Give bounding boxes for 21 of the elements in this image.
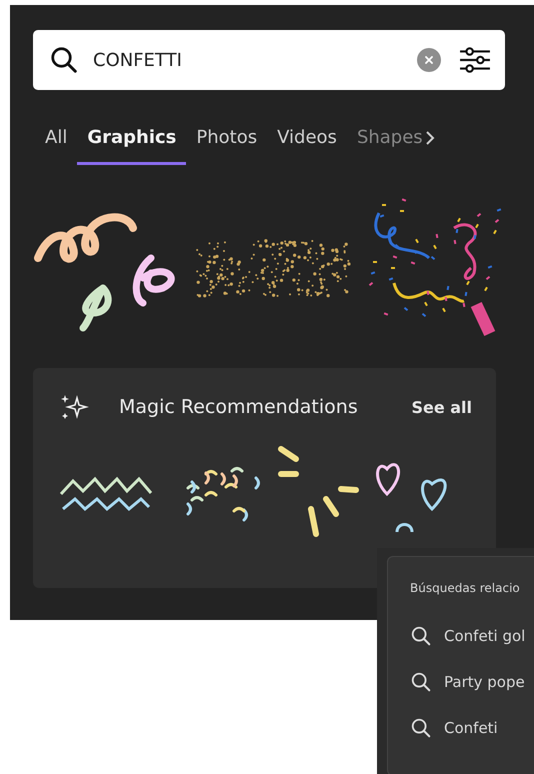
related-search-item[interactable]: Confeti xyxy=(410,705,534,751)
category-tab[interactable]: All xyxy=(33,121,78,165)
category-tab[interactable]: Photos xyxy=(186,121,268,165)
search-icon xyxy=(49,45,79,75)
search-icon xyxy=(410,671,432,693)
popup-heading: Búsquedas relacio xyxy=(410,581,521,595)
search-field[interactable]: CONFETTI xyxy=(91,48,417,72)
see-all-link[interactable]: See all xyxy=(411,398,472,416)
related-search-item[interactable]: Party pope xyxy=(410,659,534,705)
search-icon xyxy=(410,717,432,739)
category-tab[interactable]: Graphics xyxy=(77,121,186,165)
search-bar[interactable]: CONFETTI xyxy=(33,30,505,90)
related-search-item[interactable]: Confeti gol xyxy=(410,613,534,659)
filter-icon[interactable] xyxy=(459,46,491,74)
category-tab[interactable]: Shapes xyxy=(346,121,425,165)
close-icon xyxy=(424,55,434,65)
category-tab[interactable]: Videos xyxy=(267,121,347,165)
clear-button[interactable] xyxy=(417,48,441,72)
search-icon xyxy=(410,625,432,647)
chevron-right-icon[interactable] xyxy=(424,130,435,146)
section-title: Magic Recommendations xyxy=(119,396,358,418)
